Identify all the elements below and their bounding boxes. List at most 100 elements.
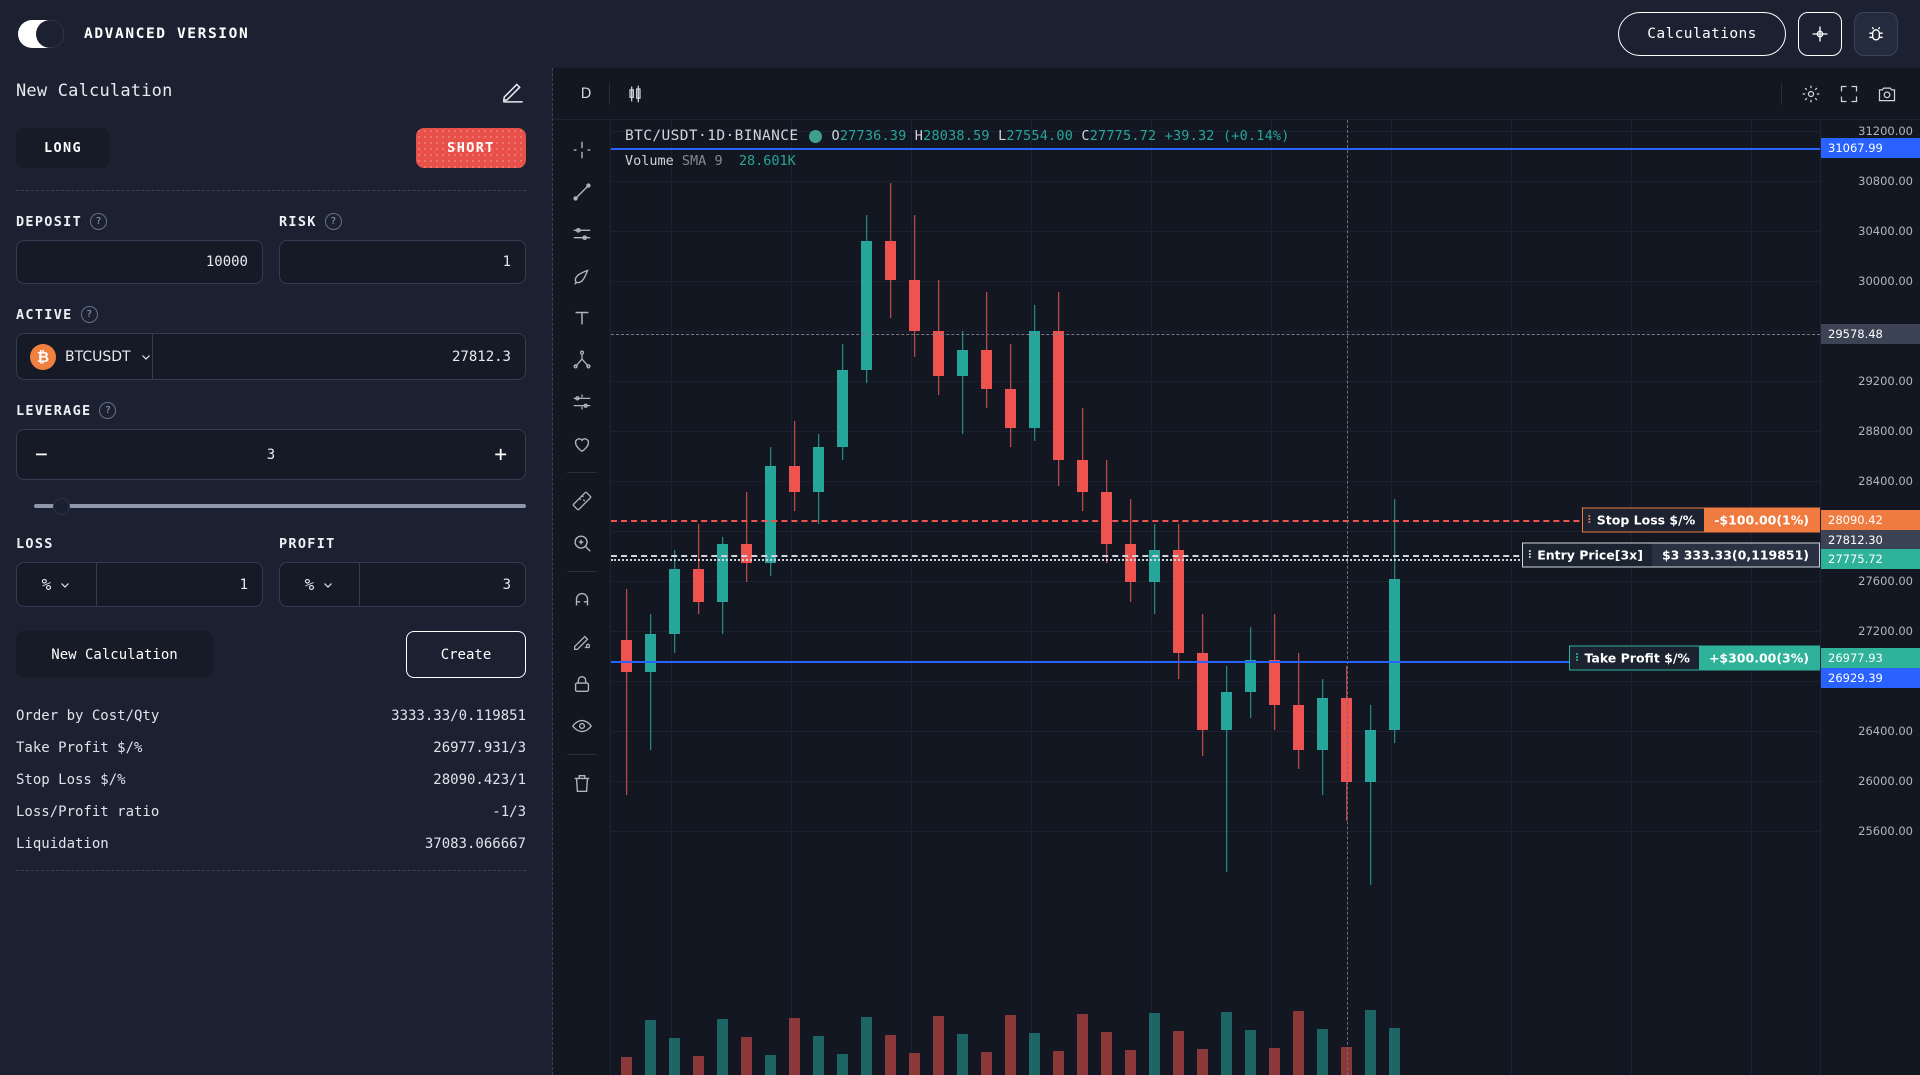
- candle-body: [909, 280, 920, 332]
- candlestick: [1245, 120, 1256, 1075]
- volume-bar: [1389, 1028, 1400, 1075]
- summary-key: Stop Loss $/%: [16, 772, 126, 788]
- heart-icon[interactable]: [562, 424, 602, 464]
- active-price-input[interactable]: 27812.3: [153, 334, 525, 379]
- cross-cursor-icon[interactable]: [562, 130, 602, 170]
- price-axis-badge: 28090.42: [1821, 510, 1920, 530]
- candlestick: [765, 120, 776, 1075]
- camera-icon: [1877, 84, 1897, 104]
- lock-icon[interactable]: [562, 664, 602, 704]
- leverage-slider[interactable]: [16, 498, 526, 514]
- deposit-label: DEPOSIT: [16, 214, 82, 230]
- volume-bar: [1173, 1031, 1184, 1075]
- price-axis-badge: 31067.99: [1821, 138, 1920, 158]
- trash-icon[interactable]: [562, 763, 602, 803]
- volume-bar: [693, 1056, 704, 1075]
- horizontal-rays-icon[interactable]: [562, 214, 602, 254]
- risk-help-icon[interactable]: ?: [325, 213, 342, 230]
- candlestick: [717, 120, 728, 1075]
- summary-value: 26977.931/3: [433, 740, 526, 756]
- loss-unit-select[interactable]: %: [17, 563, 97, 606]
- chart-panel: D: [553, 68, 1920, 1075]
- order-marker-take-profit[interactable]: ⋮Take Profit $/%+$300.00(3%): [1569, 646, 1820, 671]
- bug-icon-button[interactable]: [1854, 12, 1898, 56]
- candle-body: [1365, 730, 1376, 782]
- sidebar-header: New Calculation: [16, 68, 526, 114]
- long-position-icon[interactable]: [562, 382, 602, 422]
- active-help-icon[interactable]: ?: [81, 306, 98, 323]
- fullscreen-button[interactable]: [1832, 79, 1866, 109]
- chart-toolbar: D: [553, 68, 1920, 120]
- price-axis-tick: 27600.00: [1858, 574, 1913, 588]
- price-chart[interactable]: BTC/USDT·1D·BINANCE O27736.39 H28038.59 …: [611, 120, 1820, 1075]
- order-marker-entry-price[interactable]: ⋮Entry Price[3x]$3 333.33(0,119851): [1522, 543, 1820, 568]
- price-axis-tick: 28400.00: [1858, 474, 1913, 488]
- chevron-down-icon: [322, 579, 334, 591]
- price-axis-tick: 31200.00: [1858, 124, 1913, 138]
- volume-bar: [669, 1038, 680, 1075]
- create-button[interactable]: Create: [406, 631, 526, 678]
- candlestick-icon: [625, 84, 645, 104]
- leverage-decrement-button[interactable]: −: [35, 444, 48, 465]
- pitchfork-icon[interactable]: [562, 340, 602, 380]
- crosshair-icon-button[interactable]: [1798, 12, 1842, 56]
- order-marker-stop-loss[interactable]: ⋮Stop Loss $/%-$100.00(1%): [1582, 508, 1820, 533]
- trend-line-icon[interactable]: [562, 172, 602, 212]
- candle-body: [1125, 544, 1136, 583]
- candle-wick: [746, 492, 748, 582]
- leverage-help-icon[interactable]: ?: [99, 402, 116, 419]
- candle-wick: [962, 331, 964, 434]
- active-label-row: ACTIVE ?: [16, 306, 526, 323]
- brush-icon[interactable]: [562, 256, 602, 296]
- candlestick: [1149, 120, 1160, 1075]
- advanced-version-toggle[interactable]: [18, 20, 64, 48]
- profit-unit-select[interactable]: %: [280, 563, 360, 606]
- symbol-select[interactable]: ₿ BTCUSDT: [17, 334, 153, 379]
- price-axis-tick: 28800.00: [1858, 424, 1913, 438]
- drag-handle-icon[interactable]: ⋮: [1570, 647, 1582, 670]
- toolbar-separator: [1781, 83, 1782, 105]
- edit-title-button[interactable]: [500, 78, 526, 104]
- deposit-input[interactable]: 10000: [16, 240, 263, 284]
- drag-handle-icon[interactable]: ⋮: [1523, 544, 1535, 567]
- summary-key: Loss/Profit ratio: [16, 804, 159, 820]
- summary-key: Liquidation: [16, 836, 109, 852]
- ruler-icon[interactable]: [562, 481, 602, 521]
- drag-handle-icon[interactable]: ⋮: [1583, 509, 1595, 532]
- chart-type-button[interactable]: [618, 79, 652, 109]
- volume-bar: [765, 1055, 776, 1075]
- screenshot-button[interactable]: [1870, 79, 1904, 109]
- summary-list: Order by Cost/Qty 3333.33/0.119851 Take …: [16, 700, 526, 871]
- candle-body: [1269, 660, 1280, 705]
- loss-input[interactable]: 1: [97, 563, 262, 606]
- price-axis[interactable]: 31200.0030800.0030400.0030000.0029600.00…: [1820, 120, 1920, 1075]
- price-axis-badge: 27775.72: [1821, 549, 1920, 569]
- candle-body: [1317, 698, 1328, 750]
- candlestick: [909, 120, 920, 1075]
- pencil-lock-icon[interactable]: [562, 622, 602, 662]
- short-button[interactable]: SHORT: [416, 128, 526, 168]
- price-axis-badge: 29578.48: [1821, 324, 1920, 344]
- long-button[interactable]: LONG: [16, 128, 110, 168]
- marker-label: Entry Price[3x]: [1535, 544, 1652, 567]
- candle-body: [1077, 460, 1088, 492]
- loss-group: LOSS % 1: [16, 536, 263, 607]
- risk-input[interactable]: 1: [279, 240, 526, 284]
- profit-input[interactable]: 3: [360, 563, 525, 606]
- magnet-icon[interactable]: [562, 580, 602, 620]
- leverage-slider-thumb[interactable]: [53, 498, 70, 515]
- profit-label: PROFIT: [279, 536, 526, 552]
- chart-settings-button[interactable]: [1794, 79, 1828, 109]
- pencil-icon: [500, 78, 526, 104]
- candlestick: [861, 120, 872, 1075]
- deposit-help-icon[interactable]: ?: [90, 213, 107, 230]
- candlestick: [1077, 120, 1088, 1075]
- calculations-button[interactable]: Calculations: [1618, 12, 1786, 56]
- text-icon[interactable]: [562, 298, 602, 338]
- new-calculation-button[interactable]: New Calculation: [16, 631, 213, 678]
- zoom-in-icon[interactable]: [562, 523, 602, 563]
- interval-button[interactable]: D: [571, 79, 601, 109]
- marker-amount: $3 333.33(0,119851): [1652, 544, 1819, 567]
- leverage-increment-button[interactable]: +: [494, 444, 507, 465]
- eye-icon[interactable]: [562, 706, 602, 746]
